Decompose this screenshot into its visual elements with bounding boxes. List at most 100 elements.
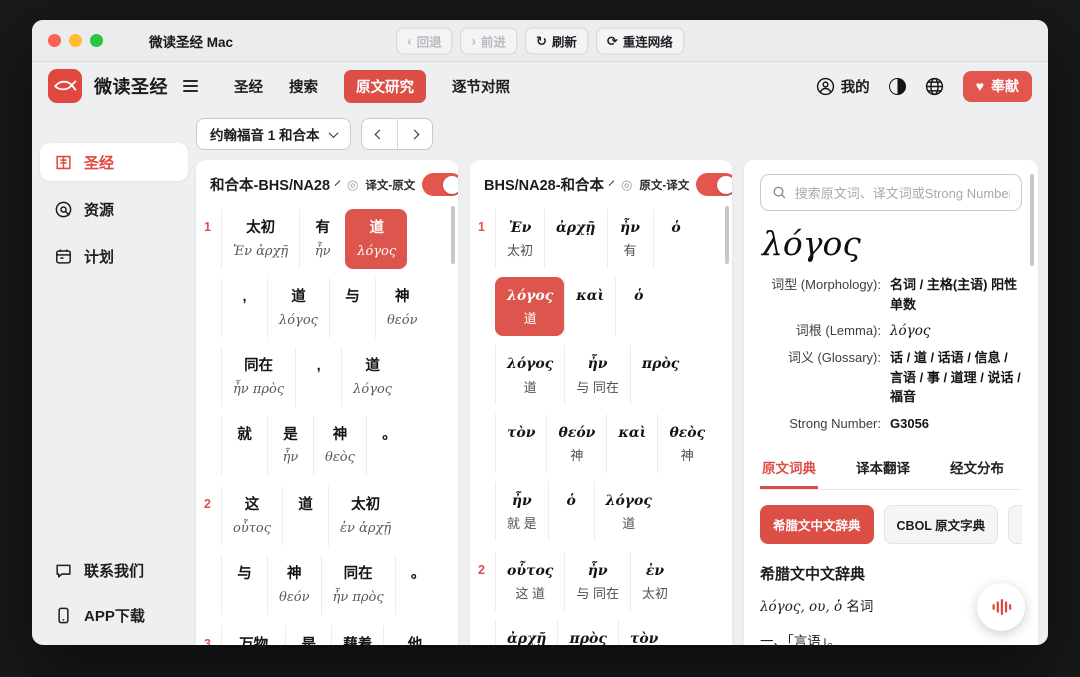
word-cell[interactable]: 有ἦν <box>299 209 345 269</box>
tab-lexicon[interactable]: 原文词典 <box>760 450 818 489</box>
word-cell[interactable]: ἦν有 <box>607 209 653 268</box>
word-cell[interactable]: ὁ <box>653 209 699 268</box>
word-cell[interactable]: 太初Ἐν ἀρχῇ <box>221 209 299 269</box>
word-cell[interactable]: 藉着᾿δι <box>331 626 383 645</box>
word-top-text: 万物 <box>233 636 274 645</box>
word-cell[interactable]: πρὸς <box>557 620 617 645</box>
word-cell[interactable]: 同在ἦν πρὸς <box>221 347 295 407</box>
word-cell-selected[interactable]: 道λόγος <box>345 209 407 269</box>
word-cell[interactable]: καὶ <box>606 414 657 473</box>
word-cell[interactable]: ἐν太初 <box>630 552 679 611</box>
language-globe-icon[interactable] <box>925 77 944 96</box>
words-row: Ἐν太初ἀρχῇἦν有ὁλόγος道καὶὁλόγος道ἦν与 同在πρὸςτὸ… <box>495 209 720 550</box>
nav-item-original-language-study[interactable]: 原文研究 <box>344 70 426 103</box>
word-cell[interactable]: ὁ <box>548 482 594 541</box>
word-cell[interactable]: 道λόγος <box>267 278 329 338</box>
word-cell[interactable]: 就 <box>221 416 267 476</box>
chevron-down-icon[interactable] <box>609 180 615 186</box>
word-cell[interactable]: 与 <box>329 278 375 338</box>
dictionary-chips: 希腊文中文辞典 CBOL 原文字典 SDNTG 希 <box>760 505 1022 544</box>
word-bottom-text <box>556 243 595 260</box>
word-cell[interactable]: τὸν <box>618 620 669 645</box>
panel-settings-icon[interactable]: ◎ <box>347 177 358 193</box>
panel-scrollbar[interactable] <box>725 206 729 264</box>
sidebar-item-contact-us[interactable]: 联系我们 <box>40 551 188 589</box>
word-cell[interactable]: Ἐν太初 <box>495 209 544 268</box>
reconnect-network-button[interactable]: ⟳ 重连网络 <box>596 27 684 54</box>
direction-toggle[interactable] <box>422 173 458 196</box>
word-cell[interactable]: 神θεὸς <box>313 416 366 476</box>
word-top-text: 。 <box>407 565 430 584</box>
forward-button[interactable]: › 前进 <box>461 27 517 54</box>
word-cell[interactable]: θεὸς神 <box>657 414 716 473</box>
word-cell[interactable]: τὸν <box>495 414 546 473</box>
word-cell[interactable]: 他αὐτοῦ <box>383 626 446 645</box>
panel-scrollbar[interactable] <box>451 206 455 264</box>
word-cell[interactable]: λόγος道 <box>495 345 564 404</box>
word-cell[interactable]: λόγος道 <box>594 482 663 541</box>
word-top-text: ἦν <box>619 219 642 237</box>
word-cell[interactable]: ἦν与 同在 <box>564 552 630 611</box>
word-cell[interactable]: καὶ <box>564 277 615 336</box>
word-cell[interactable]: 道λόγος <box>341 347 403 407</box>
refresh-button[interactable]: ↻ 刷新 <box>525 27 588 54</box>
sidebar-item-bible[interactable]: 圣经 <box>40 143 188 181</box>
word-cell[interactable]: 道 <box>282 486 328 546</box>
theme-contrast-icon[interactable] <box>889 78 906 95</box>
word-cell[interactable]: 。 <box>366 416 412 476</box>
zoom-window-button[interactable] <box>90 34 103 47</box>
passage-selector-dropdown[interactable]: 约翰福音 1 和合本 <box>196 118 351 150</box>
chip-sdntg-lexicon[interactable]: SDNTG 希 <box>1008 505 1022 544</box>
word-cell[interactable]: ἀρχῇ <box>495 620 557 645</box>
word-cell[interactable]: οὗτος这 道 <box>495 552 564 611</box>
nav-item-search[interactable]: 搜索 <box>289 70 318 103</box>
panel-settings-icon[interactable]: ◎ <box>621 177 632 193</box>
word-cell[interactable]: 是 <box>285 626 331 645</box>
back-button[interactable]: ‹ 回退 <box>396 27 452 54</box>
word-cell[interactable]: , <box>295 347 341 407</box>
tab-translations[interactable]: 译本翻译 <box>854 450 912 489</box>
donate-button[interactable]: ♥ 奉献 <box>963 71 1032 102</box>
word-cell[interactable]: ὁ <box>615 277 661 336</box>
word-cell[interactable]: ἦν与 同在 <box>564 345 630 404</box>
panel-scrollbar[interactable] <box>1030 174 1034 266</box>
morphology-row: 词型 (Morphology): 名词 / 主格(主语) 阳性 单数 <box>760 275 1022 314</box>
sidebar-item-resources[interactable]: 资源 <box>40 190 188 228</box>
word-cell[interactable]: 太初ἐν ἀρχῇ <box>328 486 402 546</box>
sidebar-item-plans[interactable]: 计划 <box>40 237 188 275</box>
nav-item-bible[interactable]: 圣经 <box>234 70 263 103</box>
verse-block: 3万物πάντα是藉着᾿δι他αὐτοῦ造ἐγένετο的;凡 <box>204 626 446 645</box>
nav-item-verse-comparison[interactable]: 逐节对照 <box>452 70 510 103</box>
word-top-text: 道 <box>279 288 318 307</box>
word-cell[interactable]: 神θεόν <box>375 278 429 338</box>
lemma-value: λόγος <box>890 321 930 341</box>
lexicon-search-input[interactable]: 搜索原文词、译文词或Strong Number <box>760 174 1022 211</box>
word-cell[interactable]: 这οὗτος <box>221 486 282 546</box>
direction-toggle[interactable] <box>696 173 732 196</box>
chip-greek-chinese-lexicon[interactable]: 希腊文中文辞典 <box>760 505 874 544</box>
word-cell[interactable]: 是ἦν <box>267 416 313 476</box>
word-cell-selected[interactable]: λόγος道 <box>495 277 564 336</box>
menu-icon[interactable] <box>181 76 200 96</box>
sidebar-item-app-download[interactable]: APP下载 <box>40 596 188 634</box>
word-cell[interactable]: 与 <box>221 555 267 615</box>
next-chapter-button[interactable] <box>397 119 432 149</box>
chip-cbol-lexicon[interactable]: CBOL 原文字典 <box>884 505 999 544</box>
chevron-down-icon[interactable] <box>335 180 341 186</box>
word-cell[interactable]: 神θεόν <box>267 555 321 615</box>
word-cell[interactable]: 万物πάντα <box>221 626 285 645</box>
word-cell[interactable]: 同在ἦν πρὸς <box>321 555 395 615</box>
word-cell[interactable]: 。 <box>395 555 441 615</box>
minimize-window-button[interactable] <box>69 34 82 47</box>
word-cell[interactable]: ἦν就 是 <box>495 482 548 541</box>
word-cell[interactable]: ἀρχῇ <box>544 209 606 268</box>
audio-pronounce-button[interactable] <box>977 583 1025 631</box>
word-cell[interactable]: πρὸς <box>630 345 690 404</box>
word-cell[interactable]: θεόν神 <box>546 414 606 473</box>
close-window-button[interactable] <box>48 34 61 47</box>
chapter-pager <box>361 118 433 150</box>
word-cell[interactable]: , <box>221 278 267 338</box>
tab-occurrences[interactable]: 经文分布 <box>948 450 1006 489</box>
previous-chapter-button[interactable] <box>362 119 397 149</box>
my-account-button[interactable]: 我的 <box>816 76 870 97</box>
